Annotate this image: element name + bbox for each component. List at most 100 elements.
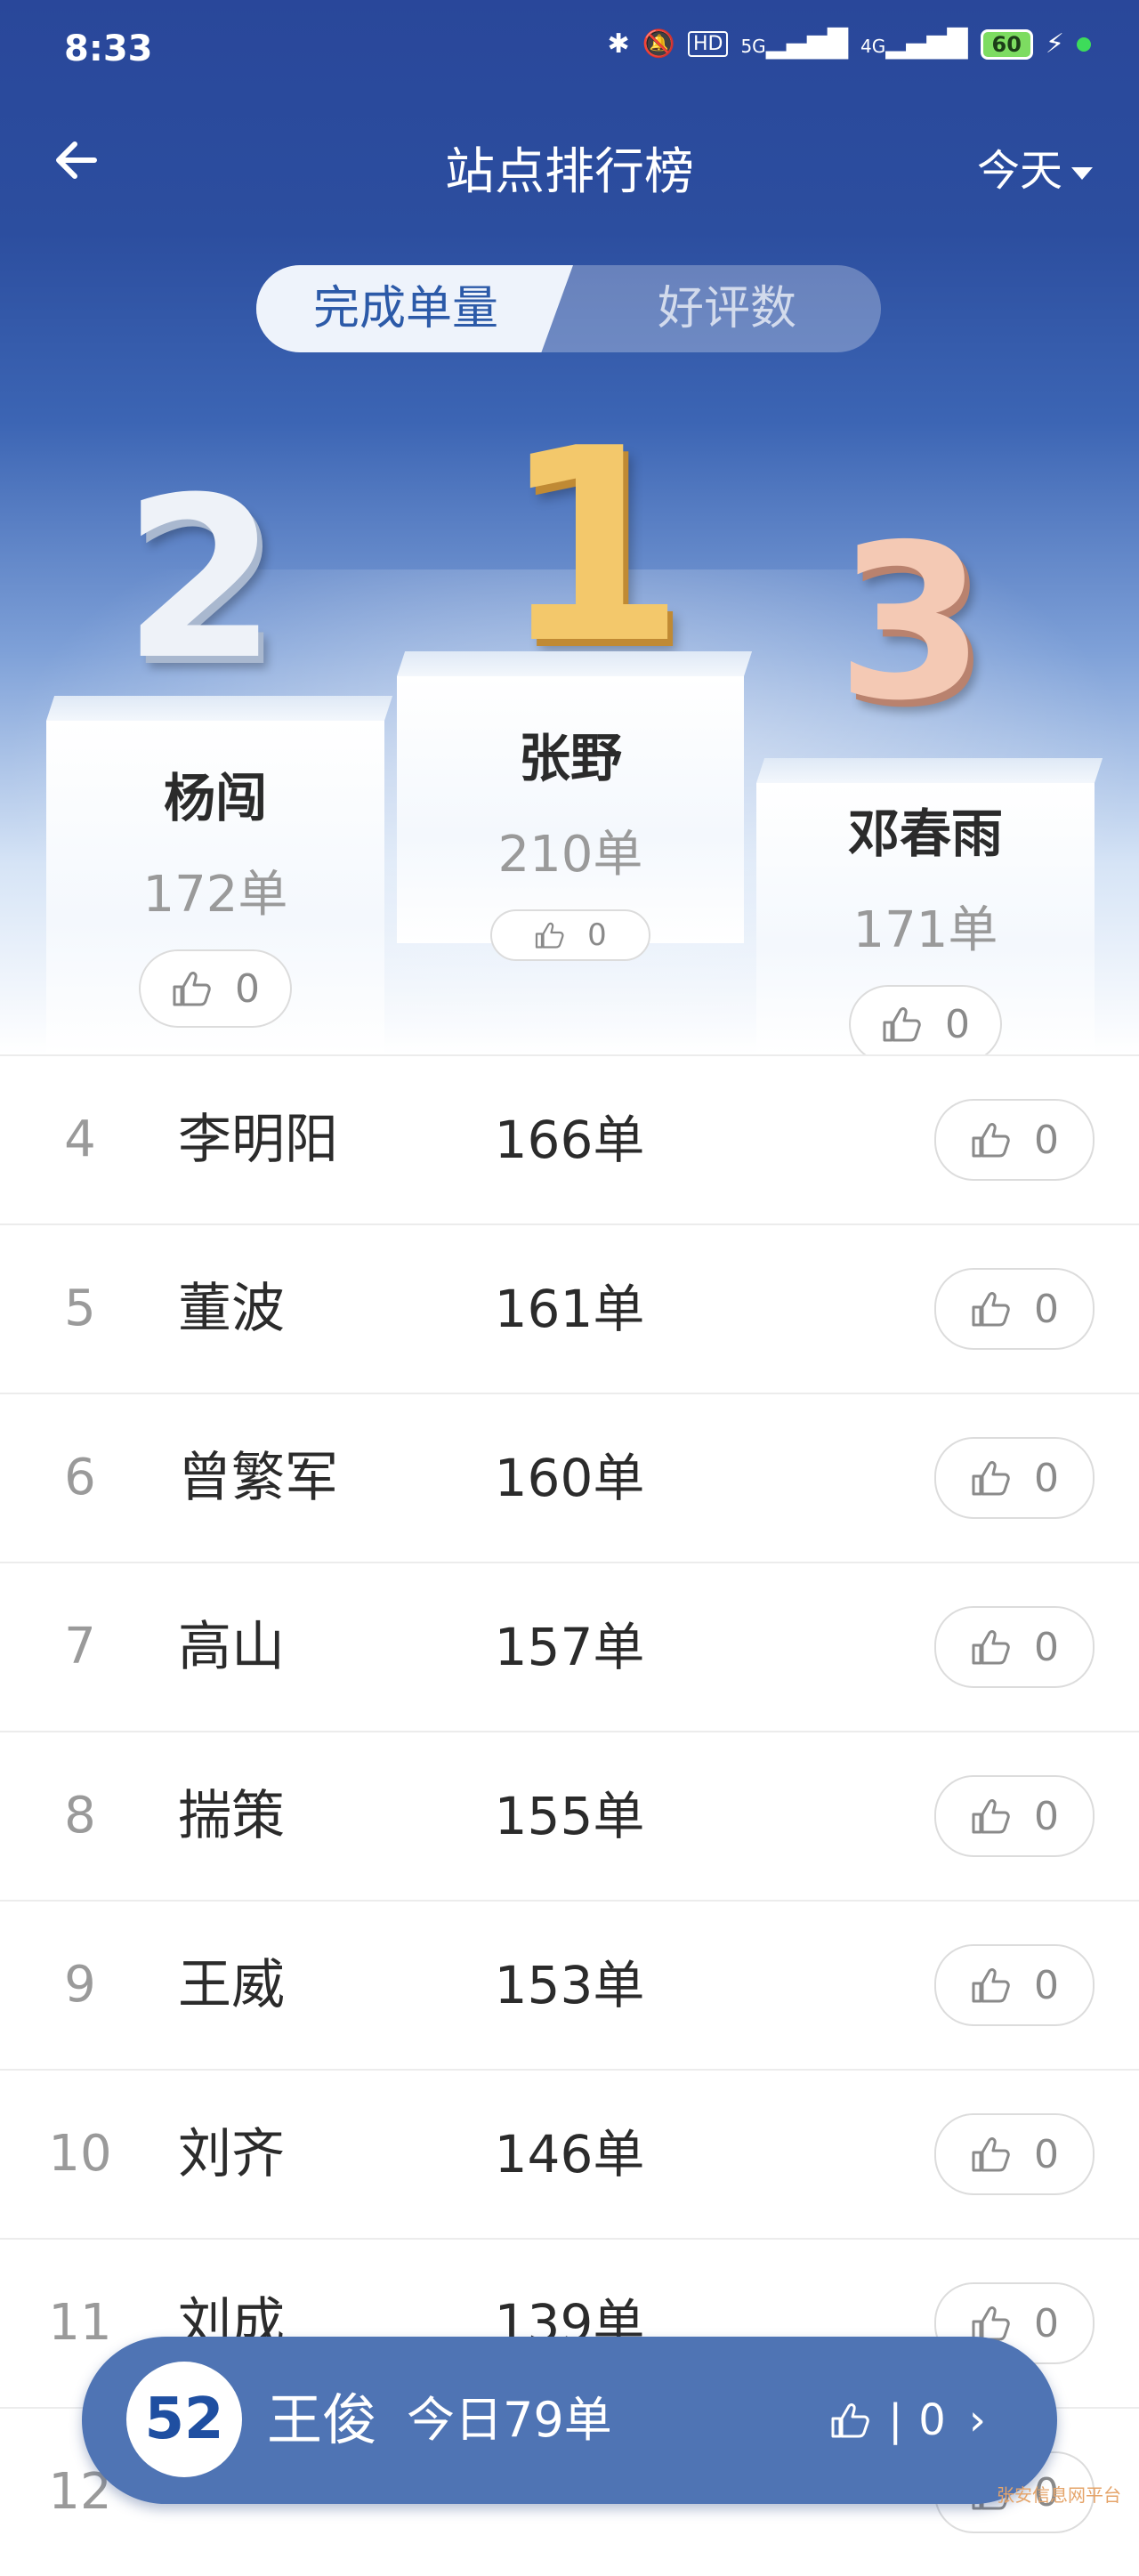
status-dot-icon	[1077, 36, 1091, 52]
table-row: 9 王威 153单 0	[0, 1900, 1139, 2069]
tab-good-reviews[interactable]: 好评数	[573, 265, 881, 352]
caret-down-icon	[1071, 167, 1093, 180]
row-rank: 4	[64, 1110, 96, 1168]
row-count: 160单	[494, 1448, 645, 1508]
thumbs-up-icon	[972, 1968, 1010, 2003]
like-count: 0	[1034, 1117, 1059, 1163]
row-count: 166单	[494, 1110, 645, 1170]
like-count: 0	[1034, 2131, 1059, 2177]
like-button[interactable]: 0	[934, 1775, 1095, 1857]
thumbs-up-icon	[536, 922, 564, 949]
thumbs-up-icon	[883, 1007, 921, 1042]
status-bar: 8:33 ✱ 🔕 HD 5G▂▄▆█ 4G▂▄▆█ 60 ⚡	[0, 0, 1139, 107]
podium-count: 172单	[142, 866, 288, 924]
thumbs-up-icon	[173, 972, 211, 1006]
like-count: 0	[945, 1001, 970, 1047]
thumbs-up-icon	[972, 2137, 1010, 2172]
like-count: 0	[587, 917, 607, 953]
table-row: 10 刘齐 146单 0	[0, 2069, 1139, 2238]
row-count: 161单	[494, 1279, 645, 1339]
my-likes: | 0 ›	[829, 2337, 986, 2504]
row-name: 高山	[178, 1616, 285, 1678]
like-count: 0	[235, 965, 260, 1012]
row-rank: 8	[64, 1787, 96, 1845]
bluetooth-icon: ✱	[607, 28, 630, 60]
thumbs-up-icon	[972, 1461, 1010, 1496]
tab-completed-orders[interactable]: 完成单量	[256, 265, 573, 352]
table-row: 4 李明阳 166单 0	[0, 1054, 1139, 1223]
like-button[interactable]: 0	[934, 1606, 1095, 1688]
row-name: 董波	[178, 1278, 285, 1340]
signal-4g-icon: 4G▂▄▆█	[860, 28, 968, 60]
podium-name: 张野	[518, 728, 622, 788]
row-rank: 6	[64, 1449, 96, 1506]
podium-second: 杨闯 172单 0	[46, 696, 393, 1054]
row-name: 揣策	[178, 1785, 285, 1847]
row-name: 王威	[178, 1954, 285, 2016]
row-rank: 7	[64, 1618, 96, 1676]
like-count: 0	[1034, 1793, 1059, 1839]
rank-3-numeral: 3	[836, 498, 985, 747]
table-row: 7 高山 157单 0	[0, 1562, 1139, 1731]
thumbs-up-icon	[972, 1292, 1010, 1327]
mute-bell-icon: 🔕	[642, 28, 675, 60]
row-count: 155单	[494, 1786, 645, 1846]
chevron-right-icon: ›	[968, 2395, 986, 2445]
like-count: 0	[1034, 1455, 1059, 1501]
row-name: 曾繁军	[178, 1447, 338, 1509]
date-range-label: 今天	[976, 146, 1062, 196]
hd-icon: HD	[687, 31, 729, 57]
row-count: 157单	[494, 1617, 645, 1677]
page-title: 站点排行榜	[445, 143, 694, 201]
like-button[interactable]: 0	[934, 2113, 1095, 2195]
like-count: 0	[1034, 1962, 1059, 2008]
table-row: 6 曾繁军 160单 0	[0, 1393, 1139, 1562]
row-name: 李明阳	[178, 1109, 338, 1171]
podium-count: 171单	[852, 901, 998, 959]
podium-count: 210单	[497, 826, 643, 884]
leaderboard-header: 8:33 ✱ 🔕 HD 5G▂▄▆█ 4G▂▄▆█ 60 ⚡ 站点排行榜 今天 …	[0, 0, 1139, 1054]
my-ranking-bar[interactable]: 52 王俊 今日79单 | 0 ›	[82, 2337, 1057, 2504]
like-button[interactable]: 0	[139, 949, 292, 1028]
row-rank: 9	[64, 1956, 96, 2014]
podium-name: 邓春雨	[847, 803, 1003, 864]
battery-icon: 60	[980, 28, 1033, 60]
row-count: 153单	[494, 1955, 645, 2015]
table-row: 5 董波 161单 0	[0, 1223, 1139, 1393]
signal-5g-icon: 5G▂▄▆█	[740, 28, 848, 60]
rank-2-numeral: 2	[123, 449, 278, 708]
ranking-tabs: 完成单量 好评数	[256, 265, 881, 352]
thumbs-up-icon	[831, 2403, 869, 2438]
like-button[interactable]: 0	[934, 1268, 1095, 1350]
thumbs-up-icon	[972, 1123, 1010, 1158]
date-range-select[interactable]: 今天	[977, 135, 1093, 198]
my-rank-badge: 52	[126, 2362, 242, 2477]
my-like-count: 0	[918, 2395, 946, 2445]
row-rank: 5	[64, 1280, 96, 1337]
watermark: 张安信息网平台	[997, 2484, 1121, 2506]
like-button[interactable]: 0	[934, 1944, 1095, 2026]
like-button[interactable]: 0	[849, 985, 1002, 1054]
nav-bar: 站点排行榜 今天	[0, 125, 1139, 205]
table-row: 8 揣策 155单 0	[0, 1731, 1139, 1900]
podium-third: 邓春雨 171单 0	[756, 758, 1103, 1054]
thumbs-up-icon	[972, 1630, 1010, 1665]
row-name: 刘齐	[178, 2123, 285, 2185]
status-time: 8:33	[64, 28, 153, 69]
thumbs-up-icon	[972, 1799, 1010, 1834]
row-rank: 10	[48, 2125, 112, 2183]
my-name: 王俊	[267, 2387, 378, 2452]
like-count: 0	[1034, 1624, 1059, 1670]
like-button[interactable]: 0	[490, 909, 650, 961]
like-button[interactable]: 0	[934, 1099, 1095, 1181]
like-count: 0	[1034, 2300, 1059, 2346]
like-count: 0	[1034, 1286, 1059, 1332]
charging-icon: ⚡	[1045, 28, 1064, 60]
podium-name: 杨闯	[163, 768, 267, 828]
row-count: 146单	[494, 2124, 645, 2184]
status-icons: ✱ 🔕 HD 5G▂▄▆█ 4G▂▄▆█ 60 ⚡	[607, 28, 1091, 60]
podium-first: 张野 210单 0	[397, 651, 753, 961]
like-button[interactable]: 0	[934, 1437, 1095, 1519]
my-today-count: 今日79单	[407, 2392, 612, 2448]
likes-separator: |	[888, 2395, 903, 2445]
